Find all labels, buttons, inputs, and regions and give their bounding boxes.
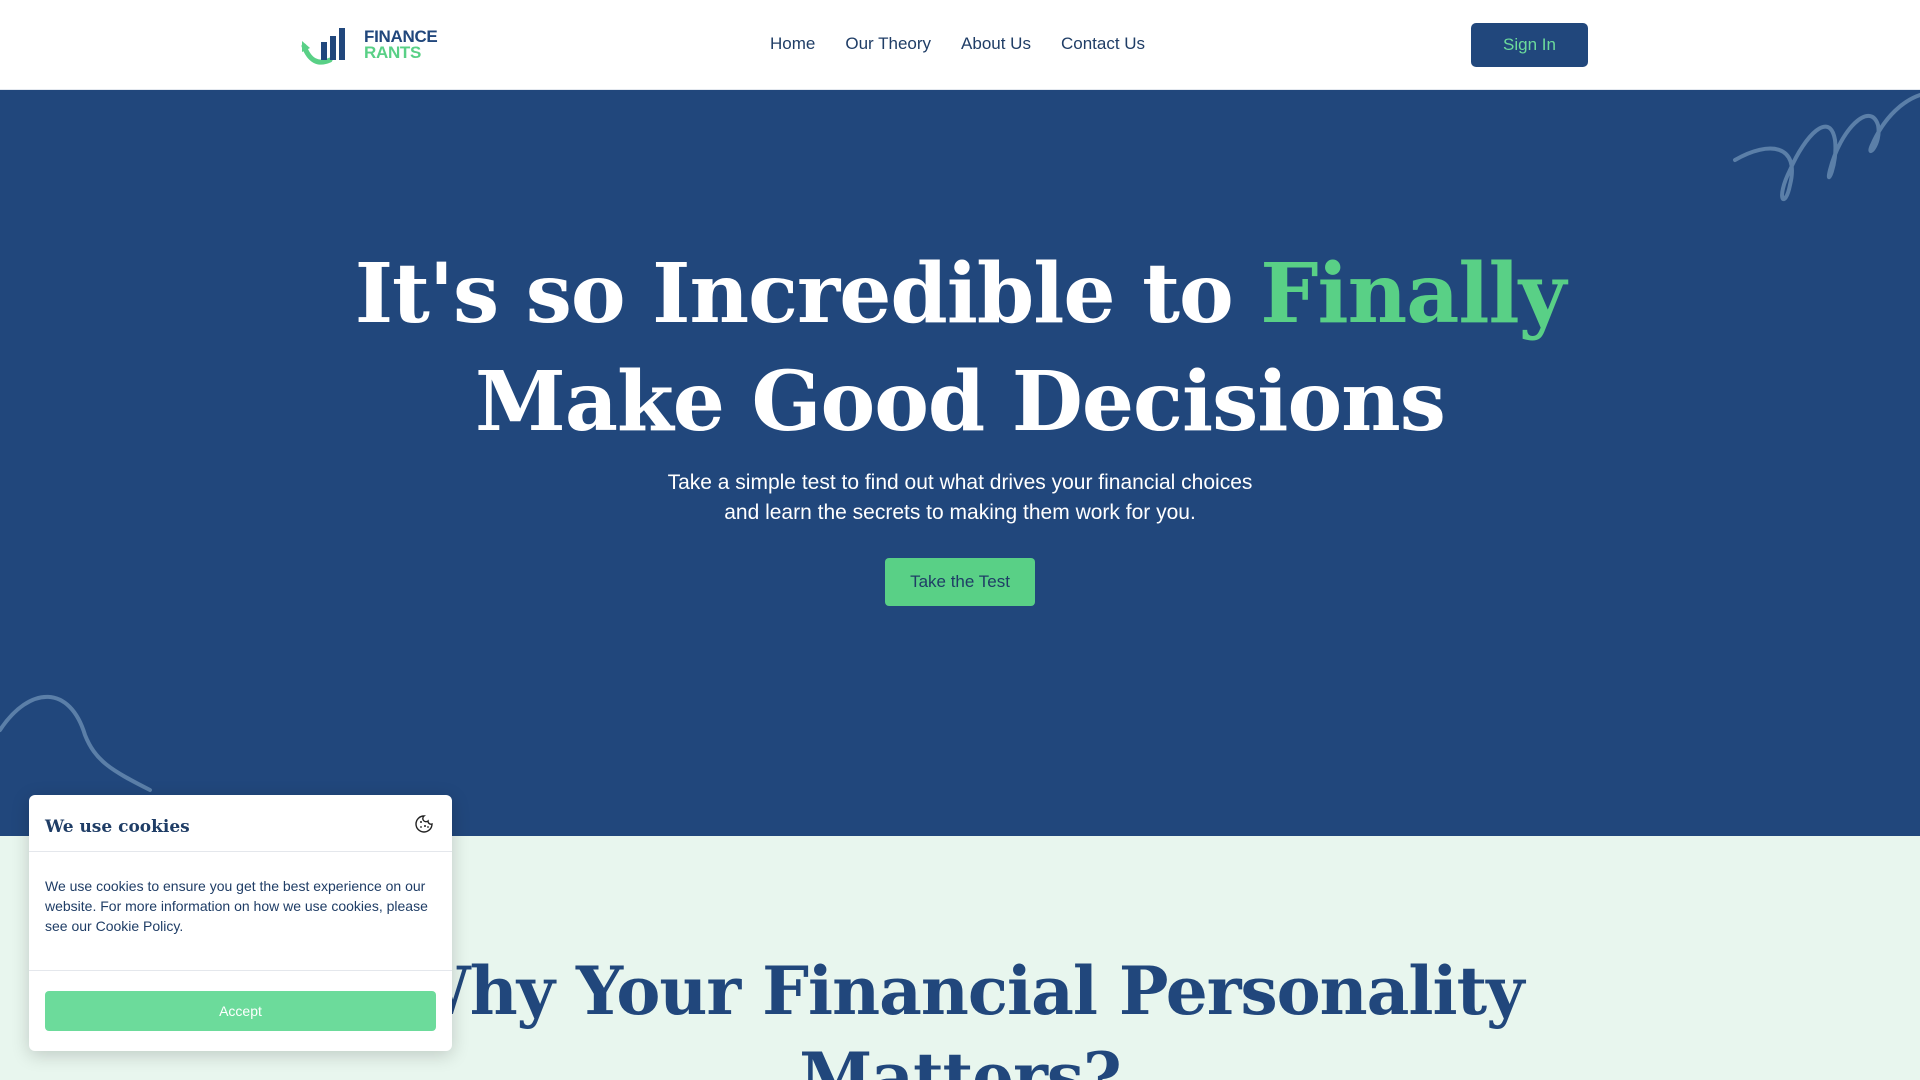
hero-subtitle-line1: Take a simple test to find out what driv… <box>667 471 1253 494</box>
nav-our-theory[interactable]: Our Theory <box>845 34 931 54</box>
cookie-dialog: We use cookies We use cookies to ensure … <box>29 795 452 1051</box>
hero-subtitle-line2: and learn the secrets to making them wor… <box>724 501 1196 524</box>
cookie-dialog-header: We use cookies <box>29 795 452 852</box>
cookie-icon <box>415 815 433 833</box>
nav-contact-us[interactable]: Contact Us <box>1061 34 1145 54</box>
hero-title: It's so Incredible to Finally Make Good D… <box>0 240 1920 456</box>
hero-subtitle: Take a simple test to find out what driv… <box>560 468 1360 528</box>
site-header: FINANCE RANTS Home Our Theory About Us C… <box>0 0 1920 90</box>
logo-text: FINANCE RANTS <box>364 28 438 62</box>
nav-about-us[interactable]: About Us <box>961 34 1031 54</box>
section-title-line2: Matters? <box>799 1038 1121 1080</box>
nav-home[interactable]: Home <box>770 34 815 54</box>
section-title-line1: Why Your Financial Personality <box>396 952 1525 1030</box>
cookie-dialog-text: We use cookies to ensure you get the bes… <box>29 852 452 971</box>
hero-title-accent: Finally <box>1260 246 1566 342</box>
accept-cookies-button[interactable]: Accept <box>45 991 436 1031</box>
cookie-dialog-title: We use cookies <box>45 817 190 837</box>
hero-title-part1: It's so Incredible to <box>354 246 1261 342</box>
squiggle-decoration-icon <box>1733 93 1920 201</box>
logo[interactable]: FINANCE RANTS <box>300 24 438 66</box>
bar-chart-logo-icon <box>301 28 345 65</box>
main-nav: Home Our Theory About Us Contact Us <box>770 34 1145 54</box>
logo-line2: RANTS <box>364 43 422 62</box>
hero-title-line2: Make Good Decisions <box>475 354 1446 450</box>
hero-section: It's so Incredible to Finally Make Good D… <box>0 90 1920 836</box>
sign-in-button[interactable]: Sign In <box>1471 23 1588 67</box>
take-test-button[interactable]: Take the Test <box>885 558 1035 606</box>
